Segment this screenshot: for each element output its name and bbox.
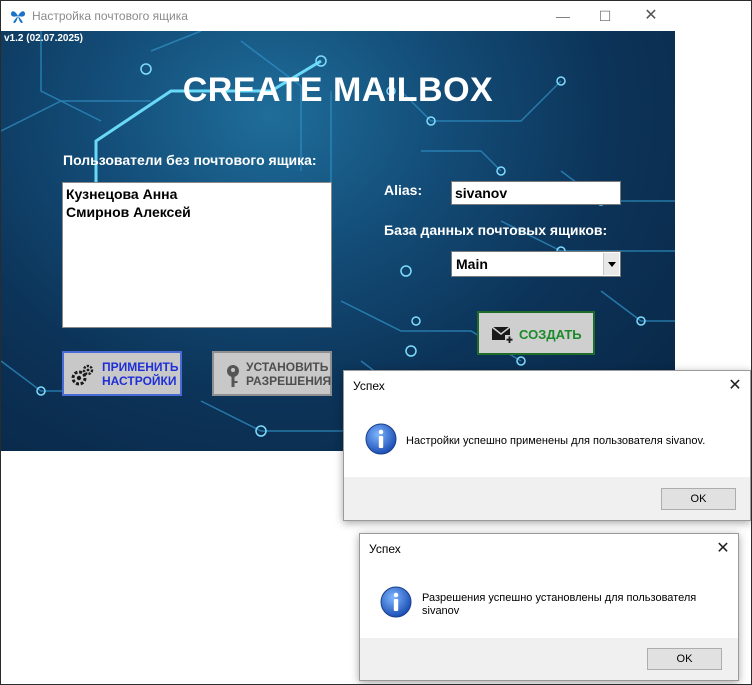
info-icon: [380, 586, 412, 618]
create-button-label: СОЗДАТЬ: [519, 327, 582, 342]
mailbox-database-label: База данных почтовых ящиков:: [384, 222, 608, 238]
users-list-label: Пользователи без почтового ящика:: [63, 152, 317, 168]
alias-label: Alias:: [384, 182, 423, 198]
dialog-close-button[interactable]: ✕: [708, 538, 738, 560]
create-button[interactable]: СОЗДАТЬ: [477, 311, 595, 355]
app-butterfly-icon: [11, 11, 25, 23]
mailbox-database-select[interactable]: Main: [451, 251, 621, 277]
info-icon: [365, 423, 397, 455]
dialog-message: Разрешения успешно установлены для польз…: [422, 592, 697, 617]
alias-input[interactable]: [451, 181, 621, 205]
set-permissions-line1: УСТАНОВИТЬ: [246, 360, 329, 374]
page-title: CREATE MAILBOX: [182, 71, 494, 109]
title-bar[interactable]: Настройка почтового ящика — ☐ ✕: [1, 1, 675, 31]
maximize-button[interactable]: ☐: [585, 5, 625, 27]
success-dialog-permissions: Успех ✕ Разрешения успешно установлены д…: [359, 533, 739, 681]
close-button[interactable]: ✕: [631, 5, 671, 27]
users-listbox[interactable]: Кузнецова Анна Смирнов Алексей: [62, 182, 332, 328]
apply-settings-button[interactable]: ПРИМЕНИТЬ НАСТРОЙКИ: [62, 351, 182, 396]
dialog-title: Успех: [369, 542, 401, 556]
dialog-close-button[interactable]: ✕: [720, 375, 750, 397]
chevron-down-icon[interactable]: [603, 253, 619, 275]
set-permissions-button[interactable]: УСТАНОВИТЬ РАЗРЕШЕНИЯ: [212, 351, 332, 396]
list-item[interactable]: Кузнецова Анна: [66, 185, 328, 203]
dialog-message: Настройки успешно применены для пользова…: [406, 435, 706, 447]
minimize-button[interactable]: —: [543, 5, 583, 27]
success-dialog-settings: Успех ✕ Настройки успешно применены для …: [343, 370, 751, 521]
mail-add-icon: [491, 326, 514, 344]
list-item[interactable]: Смирнов Алексей: [66, 203, 328, 221]
apply-settings-line1: ПРИМЕНИТЬ: [102, 360, 179, 374]
set-permissions-label: УСТАНОВИТЬ РАЗРЕШЕНИЯ: [246, 360, 331, 388]
dialog-title: Успех: [353, 379, 385, 393]
window-title: Настройка почтового ящика: [32, 9, 188, 23]
set-permissions-line2: РАЗРЕШЕНИЯ: [246, 374, 332, 388]
ok-button[interactable]: OK: [647, 648, 722, 670]
key-icon: [227, 365, 239, 387]
selected-database: Main: [456, 256, 488, 272]
ok-button[interactable]: OK: [661, 488, 736, 510]
gears-icon: [71, 364, 94, 386]
version-label: v1.2 (02.07.2025): [4, 33, 83, 44]
apply-settings-label: ПРИМЕНИТЬ НАСТРОЙКИ: [102, 360, 179, 388]
apply-settings-line2: НАСТРОЙКИ: [102, 374, 177, 388]
